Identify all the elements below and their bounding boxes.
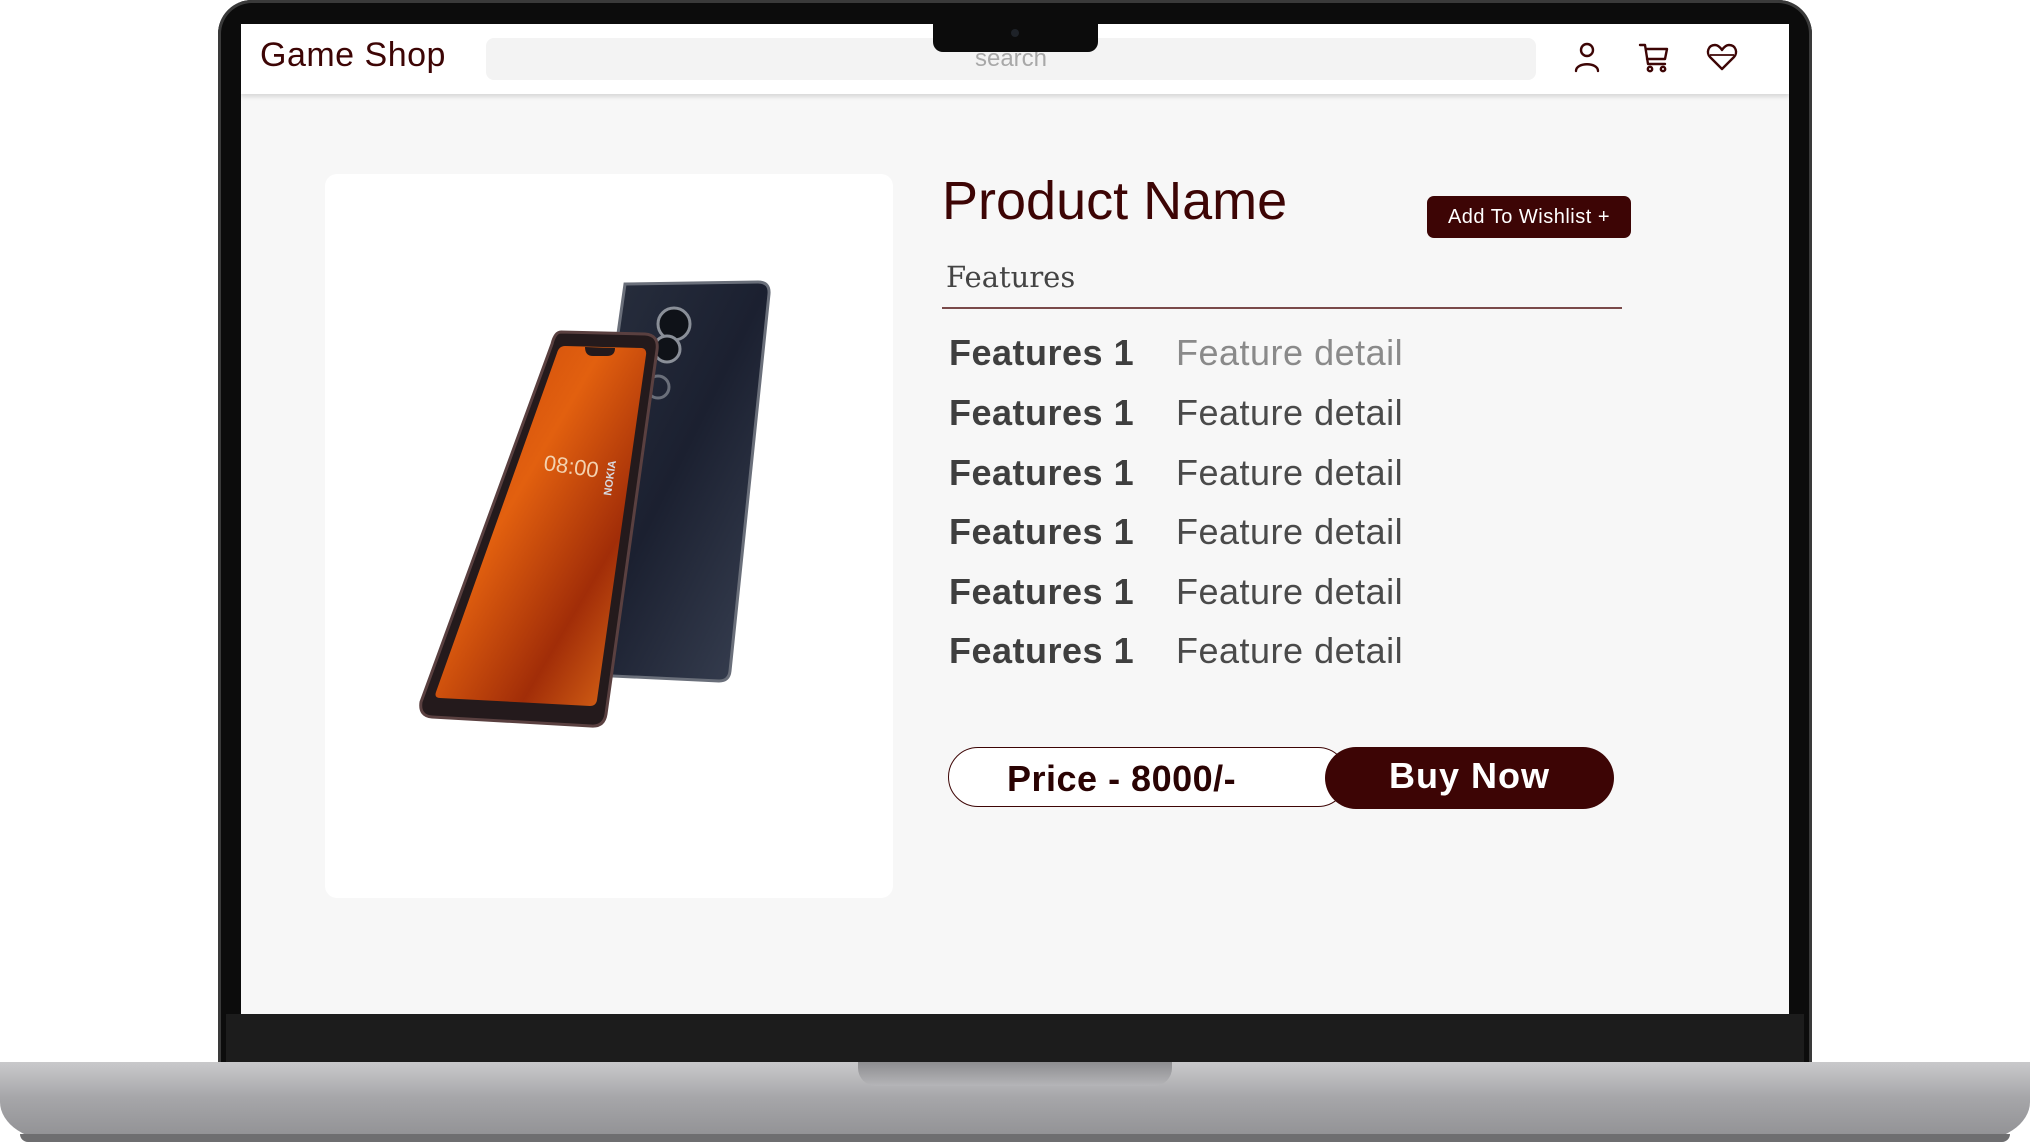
price-pill: Price - 8000/- [948,747,1348,807]
feature-row: Features 1 Feature detail [949,630,1549,680]
features-divider [942,307,1622,309]
feature-detail: Feature detail [1176,332,1404,373]
camera-icon [1011,29,1019,37]
feature-row: Features 1 Feature detail [949,332,1549,382]
heart-icon[interactable] [1705,40,1739,74]
feature-name: Features 1 [949,571,1135,612]
feature-row: Features 1 Feature detail [949,452,1549,502]
product-phone-image: 08:00 NOKIA [419,280,771,728]
feature-detail: Feature detail [1176,571,1404,612]
add-to-wishlist-button[interactable]: Add To Wishlist + [1427,196,1631,238]
feature-detail: Feature detail [1176,630,1404,671]
price-label: Price - 8000/- [1007,758,1237,799]
feature-name: Features 1 [949,630,1135,671]
feature-row: Features 1 Feature detail [949,571,1549,621]
feature-name: Features 1 [949,332,1135,373]
product-name: Product Name [942,171,1288,231]
feature-row: Features 1 Feature detail [949,511,1549,561]
features-title: Features [946,260,1076,294]
feature-detail: Feature detail [1176,511,1404,552]
logo[interactable]: Game Shop [260,36,446,75]
feature-name: Features 1 [949,392,1135,433]
laptop-hinge-notch [858,1062,1172,1086]
product-image-card: 08:00 NOKIA [325,174,893,898]
buy-now-button[interactable]: Buy Now [1325,747,1614,809]
feature-detail: Feature detail [1176,392,1404,433]
laptop-chin [226,1014,1804,1062]
camera-notch [933,22,1098,52]
feature-row: Features 1 Feature detail [949,392,1549,442]
user-icon[interactable] [1570,40,1604,74]
feature-name: Features 1 [949,511,1135,552]
screen: Game Shop search 08:00 NOKIA Product Nam… [241,24,1789,1014]
feature-detail: Feature detail [1176,452,1404,493]
feature-name: Features 1 [949,452,1135,493]
cart-icon[interactable] [1637,40,1671,74]
